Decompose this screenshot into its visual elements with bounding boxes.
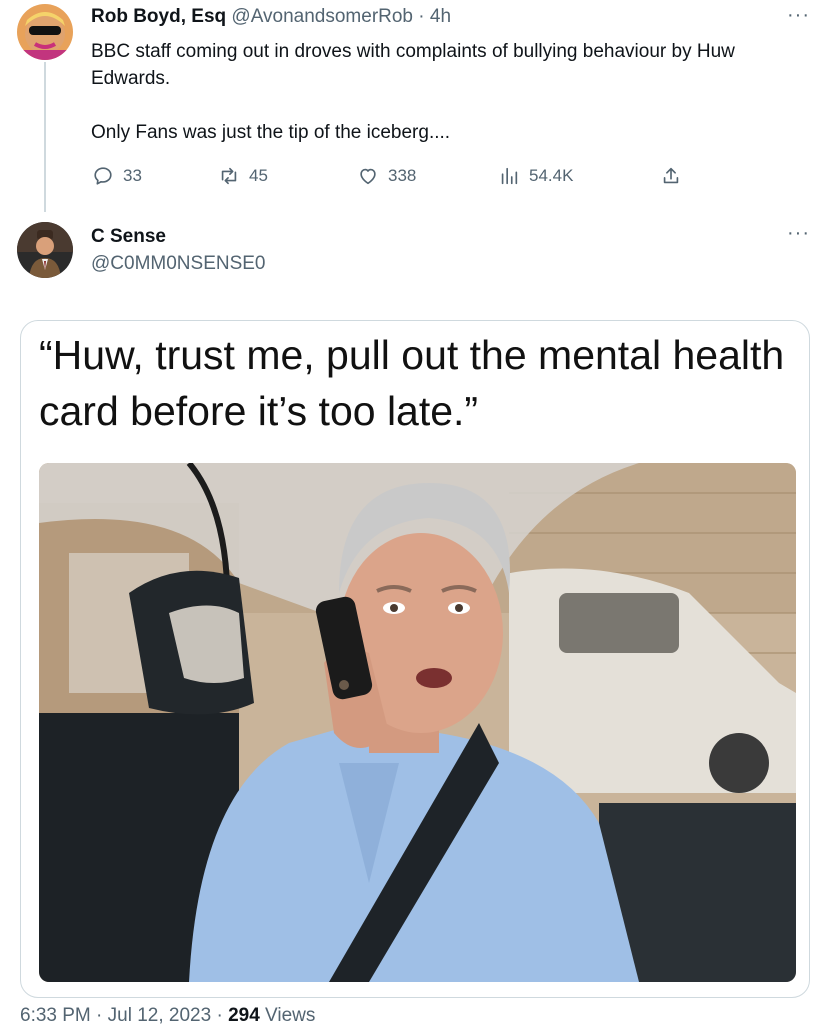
timestamp[interactable]: 4h	[430, 6, 451, 27]
heart-icon	[360, 168, 376, 185]
more-options-button[interactable]: ···	[787, 222, 810, 245]
retweet-icon	[221, 167, 237, 185]
views-count: 294	[228, 1005, 260, 1026]
like-count: 338	[388, 166, 417, 185]
tweet-footer: 6:33 PM · Jul 12, 2023 · 294 Views	[20, 1005, 315, 1027]
share-button[interactable]	[660, 165, 682, 187]
analytics-icon	[501, 167, 518, 185]
post-timestamp[interactable]: 6:33 PM · Jul 12, 2023 ·	[20, 1005, 228, 1026]
media-card[interactable]: “Huw, trust me, pull out the mental heal…	[20, 320, 810, 998]
meme-caption: “Huw, trust me, pull out the mental heal…	[39, 332, 785, 434]
views-count: 54.4K	[529, 166, 574, 185]
reply-button[interactable]: 33	[92, 165, 142, 187]
tweet-text-line: Only Fans was just the tip of the iceber…	[91, 122, 451, 143]
avatar-rob-boyd[interactable]	[17, 4, 73, 60]
retweet-count: 45	[249, 166, 268, 185]
like-button[interactable]: 338	[357, 165, 416, 187]
display-name[interactable]: C Sense	[91, 226, 166, 248]
retweet-button[interactable]: 45	[218, 165, 268, 187]
views-button[interactable]: 54.4K	[498, 165, 573, 187]
tweet-text-line: BBC staff coming out in droves with comp…	[91, 41, 735, 89]
display-name[interactable]: Rob Boyd, Esq	[91, 6, 226, 27]
user-handle[interactable]: @C0MM0NSENSE0	[91, 253, 266, 275]
tweet-text: BBC staff coming out in droves with comp…	[91, 38, 811, 146]
reply-icon	[94, 167, 112, 185]
thread-connector	[44, 62, 46, 212]
meme-photo[interactable]	[39, 463, 796, 982]
reply-count: 33	[123, 166, 142, 185]
views-label: Views	[259, 1005, 316, 1026]
tweet-header: Rob Boyd, Esq @AvonandsomerRob · 4h	[91, 6, 451, 28]
separator-dot: ·	[418, 6, 425, 27]
more-options-button[interactable]: ···	[787, 4, 810, 27]
user-handle[interactable]: @AvonandsomerRob	[231, 6, 413, 27]
share-icon	[663, 167, 679, 184]
avatar-c-sense[interactable]	[17, 222, 73, 278]
